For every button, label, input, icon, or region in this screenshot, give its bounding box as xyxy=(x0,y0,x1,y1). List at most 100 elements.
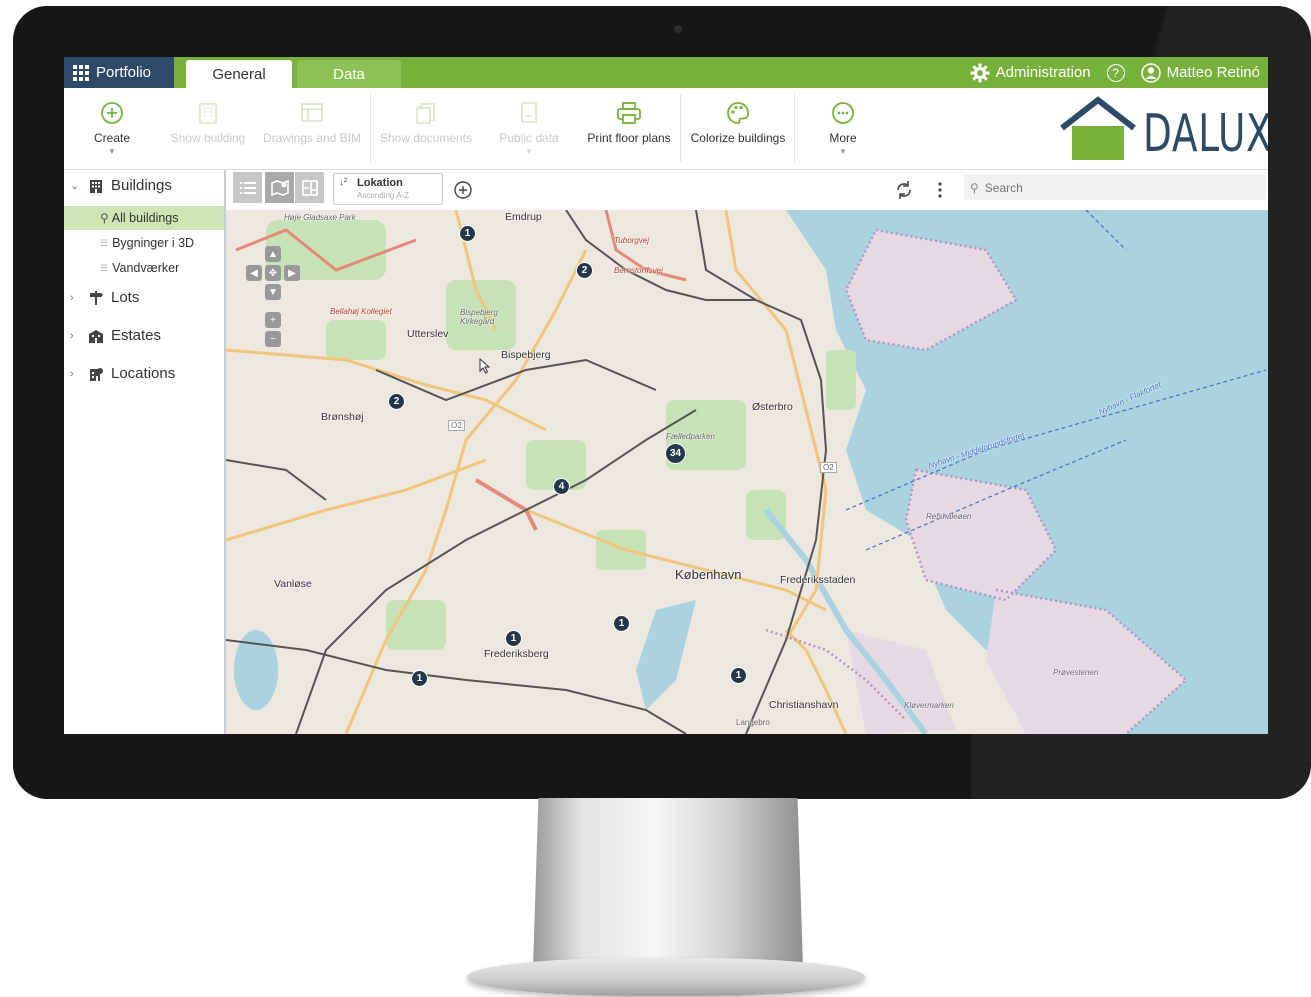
map-label: Emdrup xyxy=(505,211,542,223)
map-label: Kløvermarken xyxy=(904,701,954,710)
house-logo-icon xyxy=(1060,96,1136,160)
list-icon: ☰ xyxy=(100,262,109,273)
chevron-right-icon[interactable]: › xyxy=(70,330,80,342)
floorplan-view-button[interactable] xyxy=(295,172,324,203)
print-floor-plans-button[interactable]: Print floor plans xyxy=(582,88,676,169)
user-menu[interactable]: Matteo Retinó xyxy=(1140,62,1260,83)
create-button[interactable]: Create ▼ xyxy=(78,88,146,169)
locations-icon xyxy=(90,367,103,381)
sort-selector[interactable]: ↓² Lokation Ascending A-Z xyxy=(333,173,443,205)
monitor-stand-neck xyxy=(533,798,803,968)
tab-data[interactable]: Data xyxy=(297,60,401,88)
sidebar-item-all-buildings[interactable]: ⚲ All buildings xyxy=(64,206,224,230)
colorize-buildings-button[interactable]: Colorize buildings xyxy=(686,88,790,169)
building-cluster-marker[interactable]: 1 xyxy=(730,667,747,684)
sidebar-group-locations[interactable]: › Locations xyxy=(64,365,224,382)
map-label: Østerbro xyxy=(752,401,793,413)
drawings-bim-button[interactable]: Drawings and BIM xyxy=(260,88,364,169)
list-icon xyxy=(239,181,256,194)
sidebar-group-estates[interactable]: › Estates xyxy=(64,327,224,344)
gear-icon xyxy=(970,63,990,82)
dalux-logo: DALUX xyxy=(1058,96,1268,164)
chevron-right-icon[interactable]: › xyxy=(70,292,80,304)
map-label: Vanløse xyxy=(274,578,312,590)
search-icon: ⚲ xyxy=(100,211,109,225)
map-label: Brønshøj xyxy=(321,411,364,423)
ribbon-separator xyxy=(794,94,795,162)
pan-center-icon[interactable]: ✥ xyxy=(265,265,281,281)
zoom-out-icon[interactable]: − xyxy=(265,331,281,347)
sort-az-icon: ↓² xyxy=(339,177,348,188)
map-toolbar: ↓² Lokation Ascending A-Z ⚲ xyxy=(226,170,1268,211)
map-view[interactable]: Emdrup Utterslev Bispebjerg Brønshøj Øst… xyxy=(226,210,1268,734)
sidebar: ⌄ Buildings ⚲ All buildings ☰ Bygninger … xyxy=(64,170,226,734)
search-icon: ⚲ xyxy=(970,180,979,195)
bygninger-label: Bygninger i 3D xyxy=(112,236,195,250)
more-button[interactable]: More ▼ xyxy=(808,88,878,169)
chevron-down-icon[interactable]: ⌄ xyxy=(70,179,80,192)
search-box[interactable]: ⚲ xyxy=(964,175,1266,200)
portfolio-button[interactable]: Portfolio xyxy=(64,57,174,88)
pan-left-icon[interactable]: ◀ xyxy=(246,265,262,281)
public-data-icon xyxy=(521,102,537,123)
map-label: Christianshavn xyxy=(769,699,839,711)
more-icon xyxy=(832,102,854,124)
map-view-button[interactable] xyxy=(265,172,294,203)
road-number: O2 xyxy=(820,462,837,473)
chevron-down-icon: ▼ xyxy=(108,147,116,156)
apps-grid-icon xyxy=(73,64,89,81)
building-cluster-marker[interactable]: 4 xyxy=(553,478,570,495)
refresh-icon[interactable] xyxy=(894,179,914,201)
administration-link[interactable]: Administration xyxy=(970,63,1091,83)
pan-up-icon[interactable]: ▲ xyxy=(265,246,281,262)
map-icon xyxy=(270,179,289,196)
sidebar-group-lots[interactable]: › Lots xyxy=(64,289,224,306)
chevron-right-icon[interactable]: › xyxy=(70,368,80,380)
chevron-down-icon: ▼ xyxy=(525,147,533,156)
map-canvas xyxy=(226,210,1268,734)
map-label: Bellahøj Kollegiet xyxy=(330,307,392,316)
app-screen: Portfolio General Data Administration ? … xyxy=(64,57,1268,734)
sidebar-item-lots: Lots xyxy=(111,289,140,306)
building-cluster-marker[interactable]: 1 xyxy=(613,615,630,632)
building-cluster-marker[interactable]: 2 xyxy=(388,393,405,410)
map-label: Prøvestenen xyxy=(1053,668,1099,677)
pan-down-icon[interactable]: ▼ xyxy=(265,284,281,300)
zoom-in-icon[interactable]: + xyxy=(265,312,281,328)
sidebar-item-locations: Locations xyxy=(111,365,176,382)
map-label: København xyxy=(675,567,742,582)
map-label: Bispebjerg xyxy=(501,349,551,361)
building-cluster-marker[interactable]: 1 xyxy=(459,225,476,242)
show-building-button[interactable]: Show building xyxy=(166,88,250,169)
map-label: Frederiksstaden xyxy=(780,574,856,586)
building-cluster-marker[interactable]: 34 xyxy=(665,443,686,464)
show-documents-button[interactable]: Show documents xyxy=(376,88,476,169)
building-cluster-marker[interactable]: 1 xyxy=(411,670,428,687)
search-input[interactable] xyxy=(982,179,1247,196)
help-icon[interactable]: ? xyxy=(1106,63,1125,82)
add-sort-icon[interactable] xyxy=(453,180,473,200)
vandvaerker-label: Vandværker xyxy=(112,261,180,275)
more-vertical-icon[interactable] xyxy=(934,180,946,200)
more-label: More xyxy=(829,131,857,145)
user-name: Matteo Retinó xyxy=(1166,64,1260,81)
building-cluster-marker[interactable]: 2 xyxy=(576,262,593,279)
sort-title: Lokation xyxy=(357,177,403,189)
pan-right-icon[interactable]: ▶ xyxy=(284,265,300,281)
tab-general[interactable]: General xyxy=(186,60,292,88)
sidebar-item-bygninger-i-3d[interactable]: ☰ Bygninger i 3D xyxy=(64,231,224,255)
sidebar-item-vandvaerker[interactable]: ☰ Vandværker xyxy=(64,256,224,280)
sidebar-item-estates: Estates xyxy=(111,327,162,344)
building-cluster-marker[interactable]: 1 xyxy=(505,630,522,647)
sidebar-group-buildings[interactable]: ⌄ Buildings xyxy=(64,177,224,194)
map-label: Refshaleøen xyxy=(926,512,972,521)
list-view-button[interactable] xyxy=(233,172,262,203)
public-data-button[interactable]: Public data ▼ xyxy=(494,88,564,169)
drawings-icon xyxy=(301,103,323,122)
palette-icon xyxy=(727,102,749,124)
colorize-buildings-label: Colorize buildings xyxy=(690,131,786,145)
public-data-label: Public data xyxy=(499,131,559,145)
camera xyxy=(674,25,682,33)
ribbon-toolbar: Create ▼ Show building Drawings and BIM … xyxy=(64,88,1268,170)
map-label: Tuborgvej xyxy=(614,236,649,245)
